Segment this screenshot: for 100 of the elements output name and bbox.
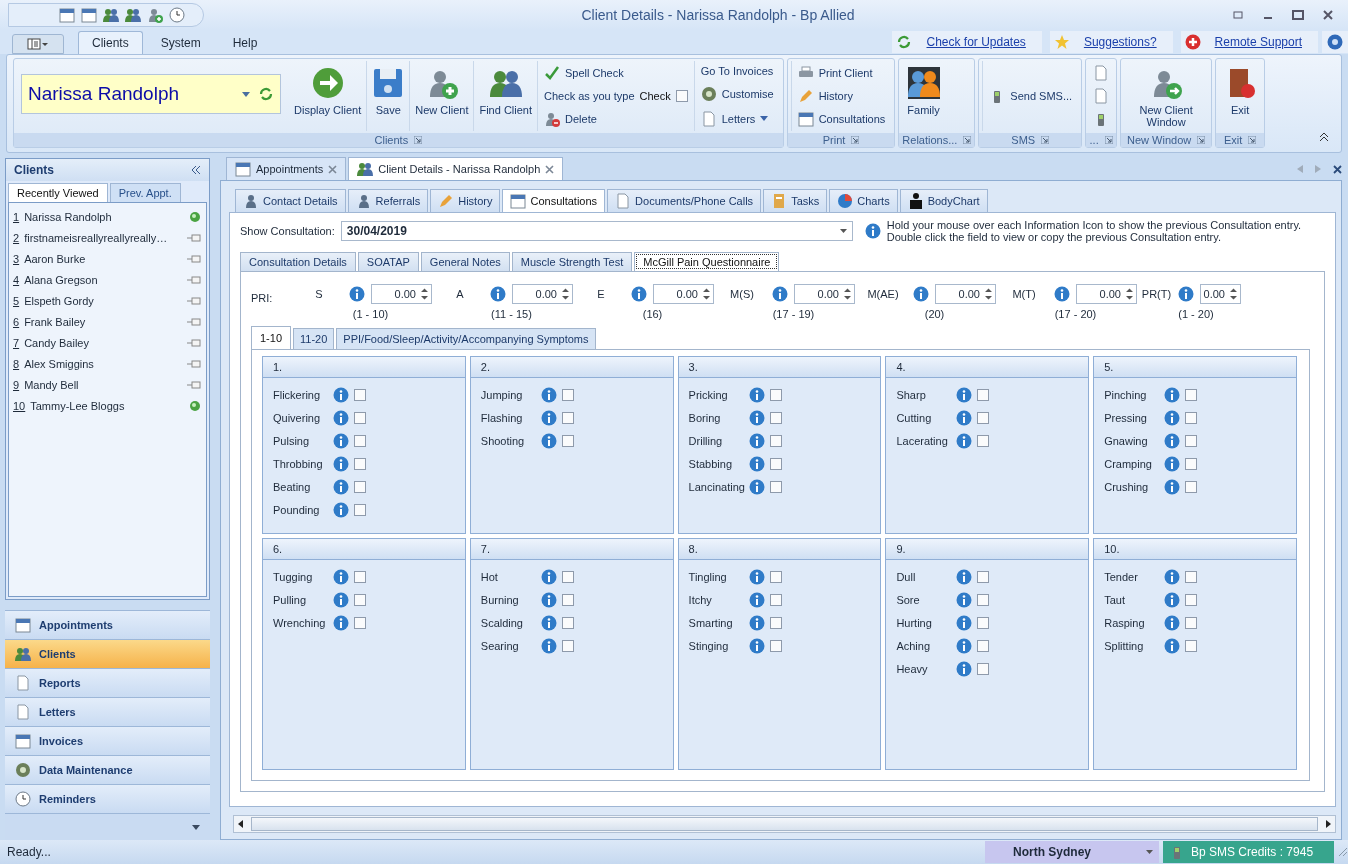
info-icon[interactable] xyxy=(956,433,973,449)
pin-icon[interactable] xyxy=(186,231,202,244)
dialog-launcher-icon[interactable] xyxy=(1197,136,1206,144)
checkbox[interactable] xyxy=(769,389,782,401)
pin-icon[interactable] xyxy=(186,315,202,328)
info-icon[interactable] xyxy=(748,592,765,608)
ribbon-button[interactable]: Go To Invoices xyxy=(700,65,774,78)
help-icon[interactable] xyxy=(1327,34,1343,50)
checkbox[interactable] xyxy=(354,389,366,401)
info-icon[interactable] xyxy=(1164,410,1181,426)
client-link[interactable]: Candy Bailey xyxy=(24,336,181,349)
pin-icon[interactable] xyxy=(186,252,202,265)
people-icon[interactable] xyxy=(125,7,141,23)
checkbox[interactable] xyxy=(977,617,990,629)
close-icon[interactable] xyxy=(328,164,338,174)
info-icon[interactable] xyxy=(540,387,557,403)
dialog-launcher-icon[interactable] xyxy=(1041,136,1050,144)
checkbox[interactable] xyxy=(769,594,782,606)
info-icon[interactable] xyxy=(631,286,647,302)
panel-tab[interactable]: Recently Viewed xyxy=(8,183,108,202)
pin-icon[interactable] xyxy=(186,294,202,307)
checkbox[interactable] xyxy=(769,617,782,629)
close-icon[interactable] xyxy=(1333,164,1342,174)
ribbon-tab[interactable]: Clients xyxy=(78,31,143,54)
checkbox[interactable] xyxy=(561,389,574,401)
collapse-icon[interactable] xyxy=(191,166,201,174)
close-icon[interactable] xyxy=(1322,9,1334,21)
info-icon[interactable] xyxy=(333,387,349,403)
info-icon[interactable] xyxy=(540,433,557,449)
checkbox[interactable] xyxy=(354,617,366,629)
people-icon[interactable] xyxy=(103,7,119,23)
score-spinbox[interactable]: 0.00 xyxy=(371,284,432,304)
pin-icon[interactable] xyxy=(186,378,202,391)
ribbon-button[interactable]: Save xyxy=(366,61,410,131)
info-icon[interactable] xyxy=(1177,286,1194,302)
section-tab[interactable]: Documents/Phone Calls xyxy=(607,189,762,212)
client-link[interactable]: Elspeth Gordy xyxy=(24,294,181,307)
ribbon-button[interactable]: Spell Check xyxy=(544,65,688,82)
info-icon[interactable] xyxy=(333,433,349,449)
score-spinbox[interactable]: 0.00 xyxy=(935,284,996,304)
checkbox[interactable] xyxy=(561,571,574,583)
info-icon[interactable] xyxy=(333,410,349,426)
info-icon[interactable] xyxy=(1164,615,1181,631)
application-menu-button[interactable] xyxy=(12,34,64,54)
checkbox[interactable] xyxy=(561,435,574,447)
location-dropdown[interactable]: North Sydney xyxy=(985,841,1159,863)
pin-icon[interactable] xyxy=(186,357,202,370)
horizontal-scrollbar[interactable] xyxy=(233,815,1336,833)
person-add-icon[interactable] xyxy=(147,7,163,23)
info-icon[interactable] xyxy=(1164,479,1181,495)
ribbon-button[interactable]: Exit xyxy=(1219,61,1262,131)
info-icon[interactable] xyxy=(956,410,973,426)
checkbox[interactable] xyxy=(354,504,366,516)
questionnaire-tab[interactable]: Consultation Details xyxy=(240,252,356,271)
clock-icon[interactable] xyxy=(169,7,185,23)
navigation-button[interactable]: Data Maintenance xyxy=(5,755,210,784)
client-link[interactable]: Narissa Randolph xyxy=(24,210,181,223)
questionnaire-tab[interactable]: SOATAP xyxy=(357,252,419,271)
checkbox[interactable] xyxy=(769,571,782,583)
info-icon[interactable] xyxy=(748,387,765,403)
checkbox[interactable] xyxy=(1185,389,1198,401)
close-icon[interactable] xyxy=(545,164,555,174)
ribbon-button[interactable]: New Client xyxy=(409,61,474,131)
maximize-icon[interactable] xyxy=(1292,9,1304,21)
info-icon[interactable] xyxy=(956,661,973,677)
info-icon[interactable] xyxy=(540,615,557,631)
collapse-icon[interactable] xyxy=(1319,132,1329,142)
ribbon-button[interactable]: Letters xyxy=(700,110,774,127)
checkbox[interactable] xyxy=(1185,481,1198,493)
ribbon-button[interactable]: Delete xyxy=(544,110,688,127)
info-icon[interactable] xyxy=(490,286,506,302)
info-icon[interactable] xyxy=(349,286,365,302)
info-icon[interactable] xyxy=(1164,592,1181,608)
info-icon[interactable] xyxy=(333,592,349,608)
calendar-icon[interactable] xyxy=(59,7,75,23)
checkbox[interactable] xyxy=(977,571,990,583)
client-link[interactable]: Frank Bailey xyxy=(24,315,181,328)
ribbon-tab[interactable]: Help xyxy=(218,31,272,54)
info-icon[interactable] xyxy=(540,638,557,654)
document-tab[interactable]: Client Details - Narissa Randolph xyxy=(348,157,564,180)
score-spinbox[interactable]: 0.00 xyxy=(512,284,573,304)
ribbon-button[interactable]: History xyxy=(797,88,886,104)
info-icon[interactable] xyxy=(748,410,765,426)
checkbox[interactable] xyxy=(1185,571,1198,583)
ribbon-button[interactable]: Display Client xyxy=(289,61,367,131)
arrow-right-icon[interactable] xyxy=(1326,820,1331,828)
info-icon[interactable] xyxy=(956,638,973,654)
info-icon[interactable] xyxy=(956,592,973,608)
info-icon[interactable] xyxy=(772,286,788,302)
caret-icon[interactable] xyxy=(192,824,200,830)
pin-icon[interactable] xyxy=(186,336,202,349)
panel-tab[interactable]: Prev. Appt. xyxy=(109,183,181,202)
dialog-launcher-icon[interactable] xyxy=(851,136,860,144)
questionnaire-tab[interactable]: McGill Pain Questionnaire xyxy=(634,252,780,271)
info-icon[interactable] xyxy=(333,569,349,585)
questionnaire-tab[interactable]: Muscle Strength Test xyxy=(511,252,633,271)
checkbox[interactable] xyxy=(977,640,990,652)
info-icon[interactable] xyxy=(1164,433,1181,449)
pin-icon[interactable] xyxy=(186,273,202,286)
client-link[interactable]: Alex Smiggins xyxy=(24,357,181,370)
